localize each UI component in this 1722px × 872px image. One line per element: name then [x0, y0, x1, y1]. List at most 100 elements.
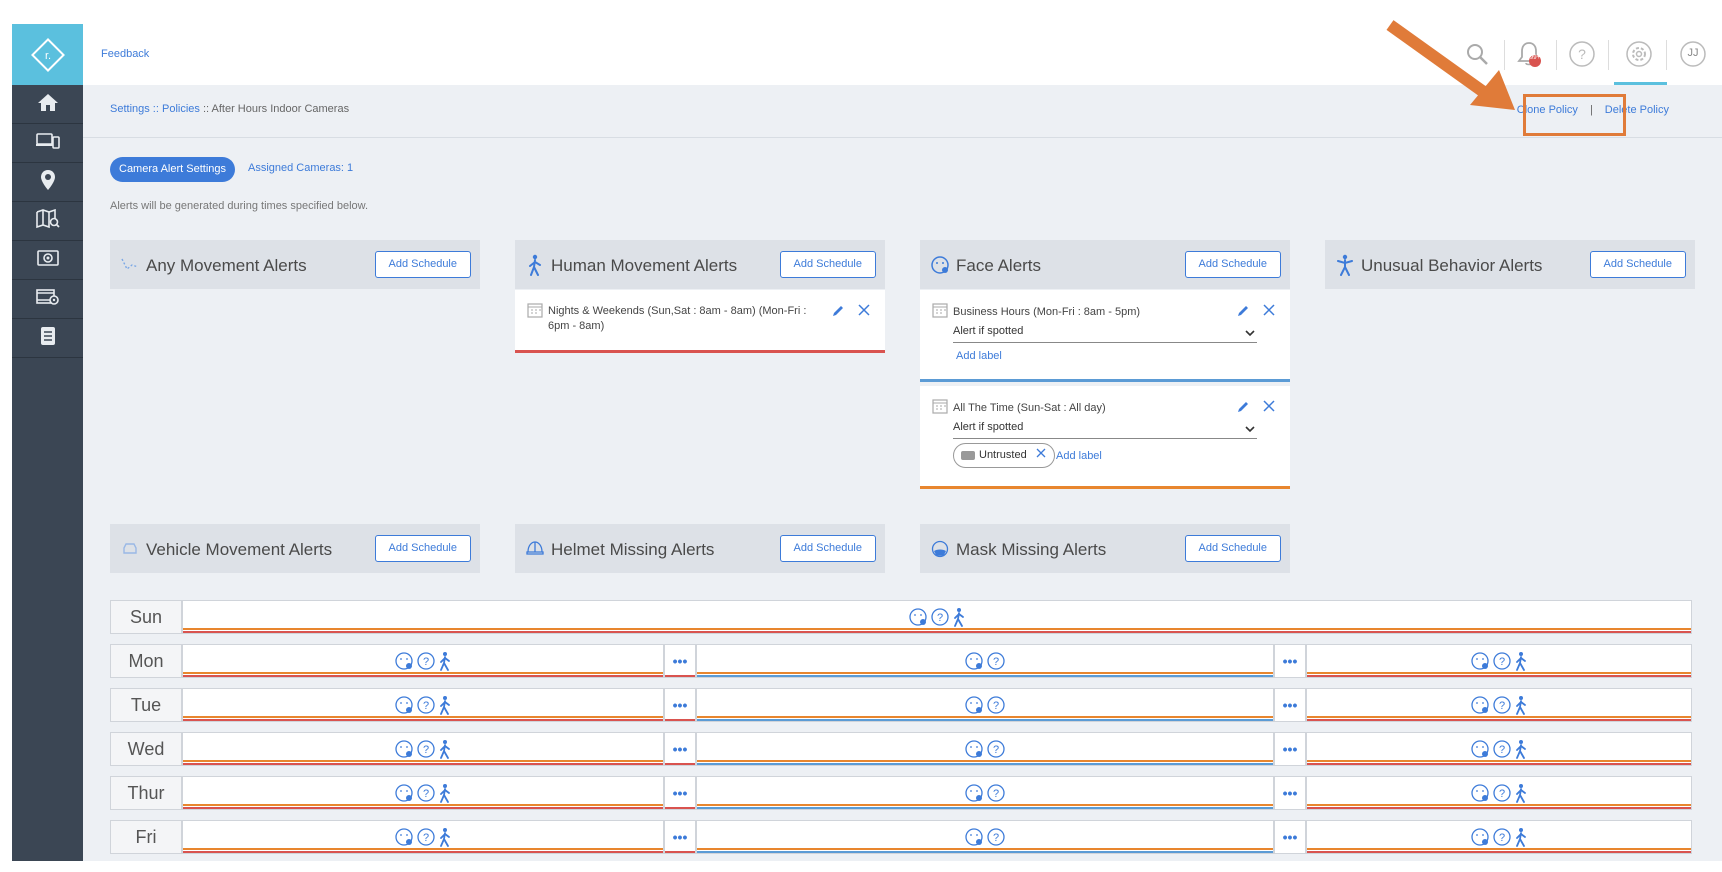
timeline-segment[interactable]: ?	[182, 644, 664, 678]
svg-text:?: ?	[993, 788, 999, 800]
breadcrumb-settings[interactable]: Settings	[110, 103, 150, 115]
schedule-line-human	[1307, 675, 1691, 677]
alert-mode-select[interactable]: Alert if spotted	[953, 421, 1257, 439]
nav-home[interactable]	[12, 85, 83, 124]
more-segment-button[interactable]: •••	[664, 820, 696, 854]
timeline-segment[interactable]: ?	[1306, 732, 1692, 766]
timeline-segment[interactable]: ?	[182, 820, 664, 854]
schedule-line-face	[183, 672, 663, 674]
card-unusual-behavior: Unusual Behavior Alerts Add Schedule	[1325, 240, 1695, 289]
svg-text:?: ?	[1499, 700, 1505, 712]
more-segment-button[interactable]: •••	[664, 688, 696, 722]
timeline-segment[interactable]: ?	[696, 820, 1274, 854]
more-segment-button[interactable]: •••	[1274, 688, 1306, 722]
nav-reports[interactable]	[12, 319, 83, 358]
face-icon	[1470, 827, 1490, 847]
face-icon	[394, 827, 414, 847]
human-walking-icon	[1514, 695, 1528, 715]
schedule-line-human	[1307, 851, 1691, 853]
nav-recordings[interactable]	[12, 280, 83, 319]
nav-locations[interactable]	[12, 163, 83, 202]
schedule-line-face	[1307, 848, 1691, 850]
pencil-icon[interactable]	[1236, 400, 1250, 419]
human-walking-icon	[1514, 827, 1528, 847]
schedule-line-human	[1307, 807, 1691, 809]
nav-maps[interactable]	[12, 202, 83, 241]
pencil-icon[interactable]	[831, 304, 845, 323]
help-icon[interactable]: ?	[1568, 40, 1596, 68]
feedback-link[interactable]: Feedback	[101, 48, 149, 60]
nav-devices[interactable]	[12, 124, 83, 163]
more-segment-button[interactable]: •••	[1274, 732, 1306, 766]
schedule-line-face-business	[697, 763, 1273, 765]
close-icon[interactable]	[857, 303, 871, 322]
add-schedule-button[interactable]: Add Schedule	[374, 251, 471, 278]
remove-label-icon[interactable]	[1036, 448, 1046, 461]
timeline-segment[interactable]: ?	[696, 688, 1274, 722]
more-segment-button[interactable]: •••	[664, 644, 696, 678]
face-icon	[908, 607, 928, 627]
calendar-icon	[527, 302, 543, 323]
close-icon[interactable]	[1262, 303, 1276, 322]
timeline-segment[interactable]: ?	[696, 644, 1274, 678]
avatar[interactable]: JJ	[1679, 40, 1707, 68]
tab-camera-alert-settings[interactable]: Camera Alert Settings	[110, 157, 235, 182]
breadcrumb-policies[interactable]: Policies	[162, 103, 200, 115]
card-helmet-missing: Helmet Missing Alerts Add Schedule	[515, 524, 885, 573]
add-schedule-button[interactable]: Add Schedule	[1589, 251, 1686, 278]
add-schedule-button[interactable]: Add Schedule	[1184, 251, 1281, 278]
alert-mode-select[interactable]: Alert if spotted	[953, 325, 1257, 343]
more-segment-button[interactable]: •••	[664, 732, 696, 766]
more-label: •••	[672, 829, 688, 845]
sidebar: r.	[12, 24, 83, 861]
timeline-segment[interactable]: ?	[696, 776, 1274, 810]
face-icon	[964, 651, 984, 671]
timeline-segment[interactable]: ?	[182, 688, 664, 722]
add-schedule-button[interactable]: Add Schedule	[779, 535, 876, 562]
add-label-link[interactable]: Add label	[956, 350, 1002, 362]
pencil-icon[interactable]	[1236, 304, 1250, 323]
schedule-line-human	[665, 719, 695, 721]
timeline-segment[interactable]: ?	[1306, 688, 1692, 722]
face-icon	[964, 695, 984, 715]
more-segment-button[interactable]: •••	[1274, 644, 1306, 678]
add-schedule-button[interactable]: Add Schedule	[1184, 535, 1281, 562]
day-row-tue: Tue ? ••• ? ••• ?	[110, 688, 1692, 722]
nav-cameras[interactable]	[12, 241, 83, 280]
logo[interactable]: r.	[12, 24, 83, 85]
day-row-sun: Sun ?	[110, 600, 1692, 634]
highlight-box	[1523, 94, 1626, 136]
unusual-behavior-icon	[1334, 254, 1356, 276]
close-icon[interactable]	[1262, 399, 1276, 418]
human-walking-icon	[1514, 739, 1528, 759]
svg-text:?: ?	[1578, 46, 1586, 62]
camera-icon	[36, 249, 59, 272]
timeline-segment[interactable]: ?	[696, 732, 1274, 766]
timeline-segment[interactable]: ?	[182, 776, 664, 810]
day-row-mon: Mon ? ••• ? ••• ?	[110, 644, 1692, 678]
timeline-segment[interactable]: ?	[182, 600, 1692, 634]
film-settings-icon	[35, 288, 60, 311]
select-value: Alert if spotted	[953, 421, 1024, 433]
schedule-line-face	[183, 760, 663, 762]
timeline-segment[interactable]: ?	[1306, 820, 1692, 854]
divider	[1556, 40, 1557, 70]
more-segment-button[interactable]: •••	[1274, 776, 1306, 810]
add-schedule-button[interactable]: Add Schedule	[779, 251, 876, 278]
timeline-segment[interactable]: ?	[1306, 776, 1692, 810]
settings-gear-icon[interactable]	[1625, 40, 1653, 68]
svg-text:?: ?	[937, 612, 943, 624]
more-segment-button[interactable]: •••	[664, 776, 696, 810]
timeline-segment[interactable]: ?	[1306, 644, 1692, 678]
schedule-title: All The Time (Sun-Sat : All day)	[953, 402, 1106, 414]
map-search-icon	[35, 208, 60, 234]
add-label-link[interactable]: Add label	[1056, 450, 1102, 462]
devices-icon	[35, 132, 60, 155]
tab-assigned-cameras[interactable]: Assigned Cameras: 1	[248, 162, 353, 174]
timeline-segment[interactable]: ?	[182, 732, 664, 766]
any-movement-icon	[119, 254, 141, 276]
add-schedule-button[interactable]: Add Schedule	[374, 535, 471, 562]
unusual-behavior-icon: ?	[416, 783, 436, 803]
more-segment-button[interactable]: •••	[1274, 820, 1306, 854]
face-icon	[964, 827, 984, 847]
